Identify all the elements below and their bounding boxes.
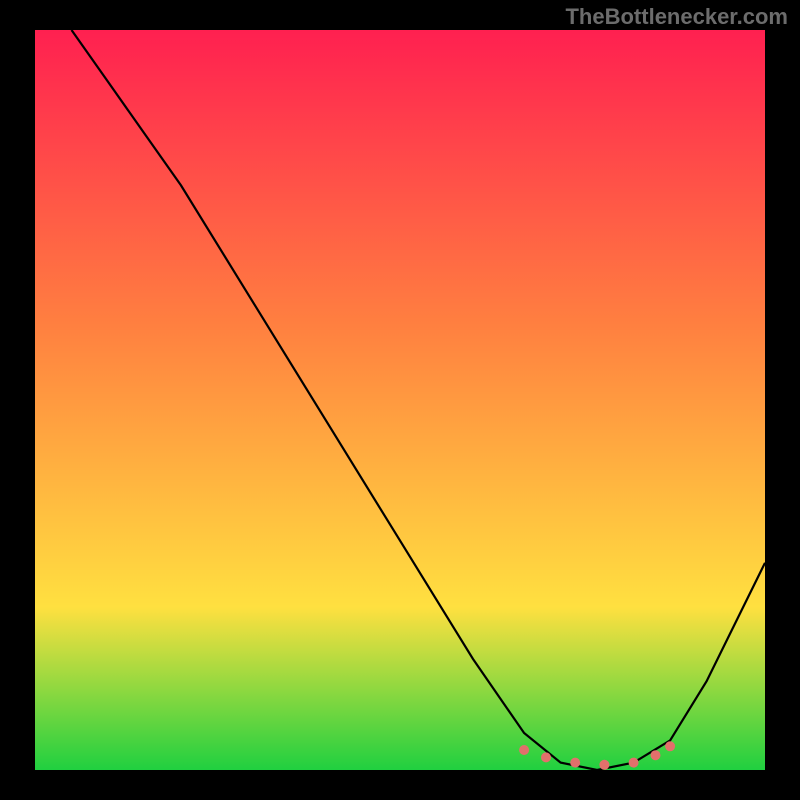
- chart-background: [35, 30, 765, 770]
- chart-svg: [35, 30, 765, 770]
- highlight-dot: [541, 752, 551, 762]
- highlight-dot: [570, 758, 580, 768]
- highlight-dot: [599, 760, 609, 770]
- highlight-dot: [651, 750, 661, 760]
- highlight-dot: [629, 758, 639, 768]
- highlight-dot: [519, 745, 529, 755]
- highlight-dot: [665, 741, 675, 751]
- watermark-text: TheBottlenecker.com: [565, 4, 788, 30]
- chart-area: [35, 30, 765, 770]
